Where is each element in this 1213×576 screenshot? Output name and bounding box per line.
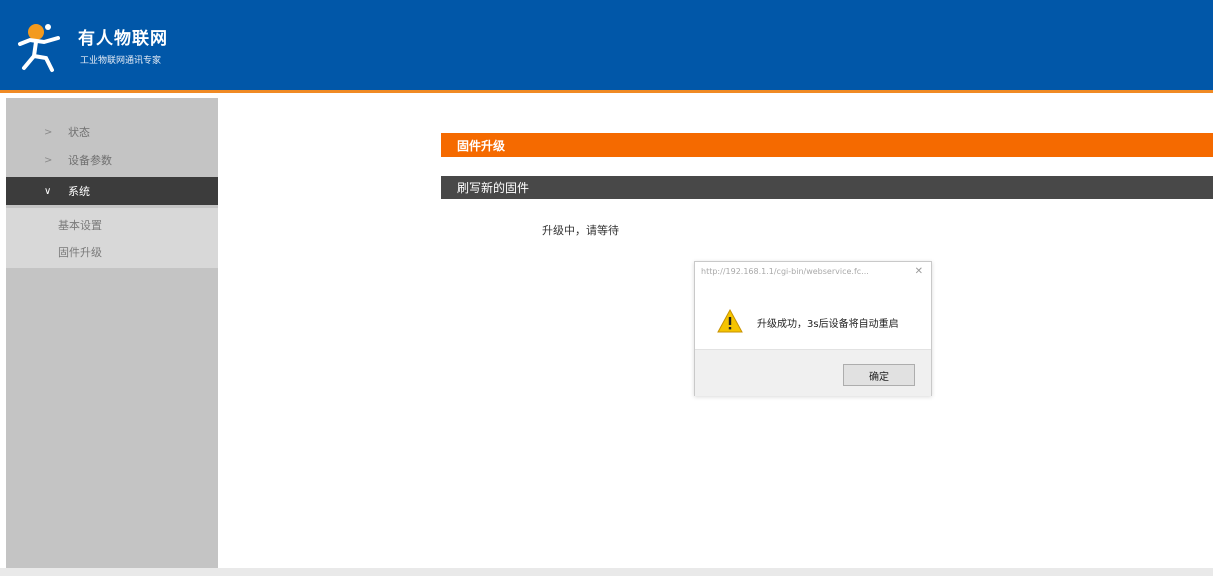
- dialog-message: 升级成功，3s后设备将自动重启: [757, 319, 899, 330]
- subsection-title: 刷写新的固件: [457, 181, 530, 195]
- sidebar-item-system[interactable]: ∨ 系统: [6, 177, 218, 205]
- close-icon[interactable]: ✕: [915, 266, 923, 277]
- upgrade-status-text: 升级中，请等待: [542, 224, 619, 237]
- sidebar-subitem-label: 固件升级: [58, 246, 102, 259]
- chevron-down-icon: ∨: [44, 185, 52, 197]
- sidebar-item-label: 设备参数: [68, 154, 112, 167]
- usr-logo-icon: [18, 24, 60, 72]
- alert-dialog: http://192.168.1.1/cgi-bin/webservice.fc…: [694, 261, 932, 396]
- brand-slogan: 工业物联网通讯专家: [80, 56, 162, 66]
- sidebar-subnav: 基本设置 固件升级: [6, 208, 218, 268]
- dialog-footer: 确定: [695, 349, 931, 396]
- section-title: 固件升级: [457, 138, 506, 153]
- brand-name: 有人物联网: [78, 29, 168, 49]
- chevron-right-icon: >: [44, 126, 53, 138]
- section-title-bar: 固件升级: [441, 133, 1213, 157]
- sidebar-subitem-label: 基本设置: [58, 219, 102, 232]
- bottom-strip: [0, 568, 1213, 576]
- header: 有人物联网 工业物联网通讯专家: [0, 0, 1213, 93]
- sidebar-item-device-params[interactable]: > 设备参数: [6, 146, 218, 174]
- subsection-title-bar: 刷写新的固件: [441, 176, 1213, 199]
- sidebar-subitem-firmware-upgrade[interactable]: 固件升级: [6, 239, 218, 265]
- sidebar-item-label: 系统: [68, 185, 90, 198]
- sidebar-item-status[interactable]: > 状态: [6, 118, 218, 146]
- sidebar-item-label: 状态: [68, 126, 90, 139]
- dialog-title: http://192.168.1.1/cgi-bin/webservice.fc…: [701, 267, 869, 276]
- sidebar-subitem-basic-settings[interactable]: 基本设置: [6, 212, 218, 238]
- chevron-right-icon: >: [44, 154, 53, 166]
- ok-button[interactable]: 确定: [843, 364, 915, 386]
- sidebar: > 状态 > 设备参数 ∨ 系统 基本设置 固件升级: [6, 98, 218, 568]
- warning-icon: [717, 309, 743, 333]
